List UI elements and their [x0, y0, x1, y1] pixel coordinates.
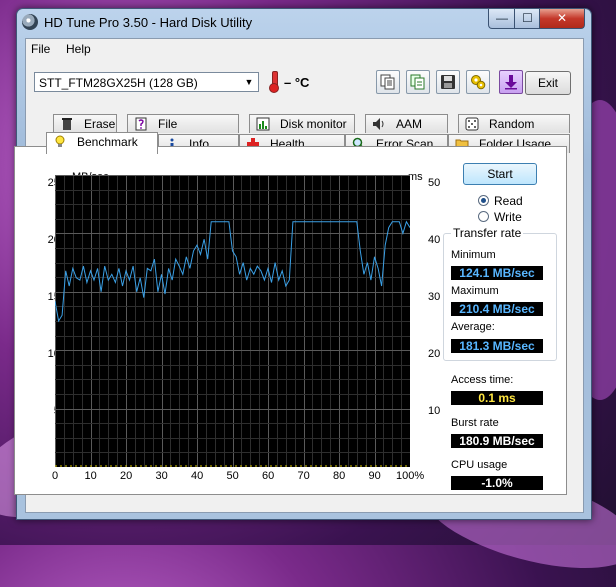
download-button[interactable]	[499, 70, 523, 94]
x-tick-label: 70	[297, 470, 310, 482]
tab-benchmark[interactable]: Benchmark	[46, 132, 158, 154]
copy-all-icon	[410, 74, 425, 90]
tab-aam[interactable]: AAM	[365, 114, 448, 133]
x-tick-label: 90	[368, 470, 381, 482]
floppy-disk-icon	[441, 75, 455, 89]
drive-select[interactable]: STT_FTM28GX25H (128 GB) ▼	[34, 72, 259, 92]
copy-all-button[interactable]	[406, 70, 430, 94]
y2-axis-unit: ms	[408, 171, 423, 183]
disk-monitor-icon	[256, 117, 270, 131]
menu-file[interactable]: File	[31, 42, 50, 56]
dice-icon	[465, 117, 479, 131]
minimum-value: 124.1 MB/sec	[451, 266, 543, 280]
chevron-down-icon: ▼	[244, 77, 254, 87]
x-tick-label: 100%	[396, 470, 425, 482]
app-icon	[22, 14, 38, 30]
transfer-rate-title: Transfer rate	[451, 226, 524, 240]
menu-bar: File Help	[26, 39, 583, 59]
title-bar[interactable]: HD Tune Pro 3.50 - Hard Disk Utility — ☐…	[17, 9, 591, 37]
access-time-value: 0.1 ms	[451, 391, 543, 405]
x-tick-label: 60	[262, 470, 275, 482]
options-button[interactable]	[466, 70, 490, 94]
file-benchmark-icon	[135, 117, 147, 131]
copy-icon	[380, 74, 395, 90]
minimize-button[interactable]: —	[488, 9, 516, 29]
close-button[interactable]: ✕	[539, 9, 585, 29]
x-tick-label: 40	[191, 470, 204, 482]
cpu-usage-value: -1.0%	[451, 476, 543, 490]
x-tick-label: 10	[84, 470, 97, 482]
drive-select-value: STT_FTM28GX25H (128 GB)	[39, 76, 198, 90]
y2-tick-label: 50	[428, 177, 441, 189]
benchmark-chart	[55, 175, 410, 467]
exit-button[interactable]: Exit	[525, 71, 571, 95]
lightbulb-icon	[55, 135, 65, 147]
access-time-label: Access time:	[451, 374, 514, 386]
menu-help[interactable]: Help	[66, 42, 91, 56]
cpu-usage-label: CPU usage	[451, 459, 508, 471]
tab-erase[interactable]: Erase	[53, 114, 117, 133]
start-button[interactable]: Start	[463, 163, 537, 185]
x-tick-label: 20	[120, 470, 133, 482]
x-tick-label: 80	[333, 470, 346, 482]
x-tick-label: 30	[155, 470, 168, 482]
average-label: Average:	[451, 321, 495, 333]
maximize-button[interactable]: ☐	[514, 9, 541, 29]
trash-icon	[62, 118, 72, 130]
copy-info-button[interactable]	[376, 70, 400, 94]
burst-rate-value: 180.9 MB/sec	[451, 434, 543, 448]
maximum-value: 210.4 MB/sec	[451, 302, 543, 316]
minimum-label: Minimum	[451, 249, 496, 261]
maximum-label: Maximum	[451, 285, 499, 297]
burst-rate-label: Burst rate	[451, 417, 499, 429]
y2-tick-label: 10	[428, 405, 441, 417]
download-arrow-icon	[505, 75, 517, 90]
average-value: 181.3 MB/sec	[451, 339, 543, 353]
temperature-value: – °C	[284, 75, 310, 90]
x-tick-label: 50	[226, 470, 239, 482]
read-radio-dot	[478, 195, 489, 206]
tab-disk-monitor[interactable]: Disk monitor	[249, 114, 355, 133]
tab-random-access[interactable]: Random Access	[458, 114, 570, 150]
write-radio-dot	[478, 211, 489, 222]
save-button[interactable]	[436, 70, 460, 94]
window-title: HD Tune Pro 3.50 - Hard Disk Utility	[44, 15, 253, 30]
thermometer-icon	[269, 71, 279, 93]
speaker-icon	[373, 118, 384, 130]
x-tick-label: 0	[52, 470, 59, 482]
gears-icon	[471, 75, 486, 90]
tab-file-benchmark[interactable]: File Benchmark	[127, 114, 239, 150]
